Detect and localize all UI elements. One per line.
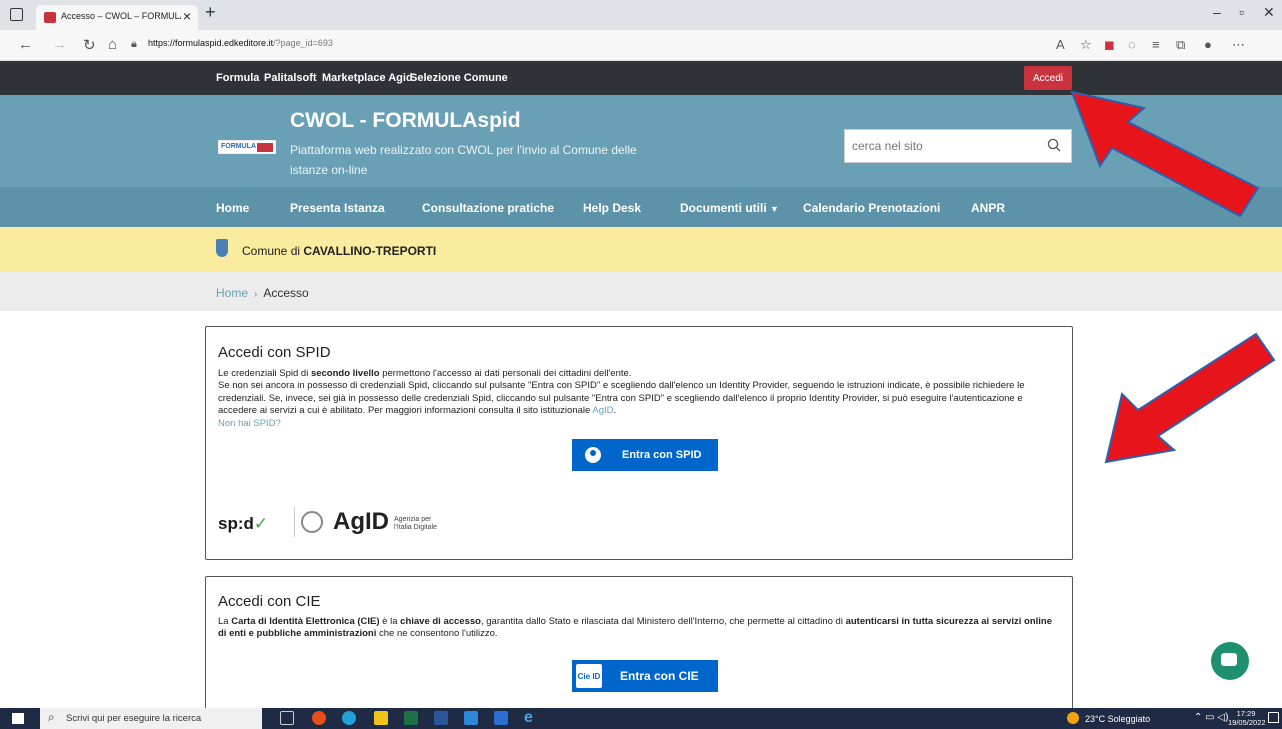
notification-icon[interactable] (1268, 712, 1279, 723)
new-tab-icon[interactable]: + (205, 2, 216, 23)
weather-text[interactable]: 23°C Soleggiato (1085, 714, 1150, 724)
favorites-list-icon[interactable]: ≡ (1152, 37, 1160, 52)
browser-tab[interactable]: Accesso – CWOL – FORMULAspi × (36, 5, 198, 30)
system-tray-icons[interactable]: ⌃ ▭ ◁) (1194, 712, 1228, 723)
breadcrumb: Home › Accesso (216, 286, 309, 300)
comune-name: Comune di CAVALLINO-TREPORTI (242, 244, 437, 258)
site-search (844, 129, 1072, 163)
nav-anpr[interactable]: ANPR (971, 201, 1005, 215)
back-icon[interactable]: ← (18, 36, 33, 53)
close-tab-icon[interactable]: × (183, 8, 191, 24)
word-icon[interactable] (434, 711, 448, 725)
agid-link[interactable]: AgID (592, 405, 613, 416)
edge-icon[interactable] (342, 711, 356, 725)
chat-bubble-icon[interactable] (1211, 642, 1249, 680)
comune-crest-icon (216, 239, 228, 257)
app-icon[interactable] (494, 711, 508, 725)
tab-actions-icon[interactable] (10, 8, 23, 21)
topnav-palitalsoft[interactable]: Palitalsoft (264, 72, 317, 84)
topnav-formula[interactable]: Formula (216, 72, 259, 84)
comune-bar (0, 227, 1282, 272)
search-icon: ⌕ (48, 710, 55, 724)
extension-icon[interactable]: ◌ (1128, 37, 1136, 52)
nav-help-desk[interactable]: Help Desk (583, 201, 641, 215)
close-window-icon[interactable]: ✕ (1263, 4, 1275, 21)
cie-card-title: Accedi con CIE (218, 593, 321, 610)
nav-consultazione-pratiche[interactable]: Consultazione pratiche (422, 201, 554, 215)
checkmark-icon: ✓ (253, 514, 269, 533)
site-title[interactable]: CWOL - FORMULAspid (290, 109, 521, 133)
login-button[interactable]: Accedi (1024, 66, 1072, 90)
url-field[interactable]: https://formulaspid.edkeditore.it/?page_… (148, 38, 333, 48)
nav-presenta-istanza[interactable]: Presenta Istanza (290, 201, 385, 215)
logo-divider (294, 507, 295, 537)
cie-card-description: La Carta di Identità Elettronica (CIE) è… (218, 616, 1053, 640)
home-icon[interactable]: ⌂ (108, 36, 117, 53)
tab-title: Accesso – CWOL – FORMULAspi (61, 11, 181, 21)
red-arrow-annotation-middle (1104, 332, 1276, 464)
outlook-icon[interactable] (464, 711, 478, 725)
spid-card-title: Accedi con SPID (218, 344, 331, 361)
task-view-icon[interactable] (280, 711, 294, 725)
weather-sun-icon[interactable] (1067, 712, 1079, 724)
profile-avatar-icon[interactable]: ● (1204, 37, 1212, 52)
taskbar-search[interactable]: ⌕ Scrivi qui per eseguire la ricerca (40, 708, 262, 729)
entra-con-cie-button[interactable]: Cie ID Entra con CIE (572, 660, 718, 692)
site-logo[interactable]: FORMULA (218, 140, 276, 154)
more-menu-icon[interactable]: ⋯ (1232, 37, 1245, 53)
extension-shield-icon[interactable]: ◼ (1104, 37, 1115, 53)
logo-text: FORMULA (221, 143, 256, 150)
topnav-marketplace-agid[interactable]: Marketplace Agid (322, 72, 413, 84)
spid-card-description: Le credenziali Spid di secondo livello p… (218, 368, 1025, 429)
collections-icon[interactable]: ⧉ (1176, 37, 1185, 53)
topnav-selezione-comune[interactable]: Selezione Comune (410, 72, 508, 84)
breadcrumb-bar (0, 272, 1282, 311)
browser-tab-bar: Accesso – CWOL – FORMULAspi × + – ▫ ✕ (0, 0, 1282, 30)
internet-explorer-icon[interactable]: e (524, 710, 538, 726)
nav-home[interactable]: Home (216, 201, 249, 215)
user-icon (585, 447, 601, 463)
entra-con-spid-button[interactable]: Entra con SPID (572, 439, 718, 471)
favorite-star-icon[interactable]: ☆ (1080, 37, 1092, 53)
minimize-icon[interactable]: – (1213, 4, 1221, 20)
agid-logo: AgID (333, 508, 389, 535)
search-icon[interactable] (1047, 138, 1061, 152)
restore-icon[interactable]: ▫ (1239, 4, 1244, 20)
nav-calendario-prenotazioni[interactable]: Calendario Prenotazioni (803, 201, 940, 215)
excel-icon[interactable] (404, 711, 418, 725)
windows-start-icon[interactable] (12, 713, 24, 724)
italian-emblem-icon (301, 511, 323, 533)
forward-icon[interactable]: → (52, 36, 67, 53)
no-spid-link[interactable]: Non hai SPID? (218, 418, 281, 429)
reload-icon[interactable]: ↻ (83, 36, 96, 54)
chevron-down-icon: ▼ (770, 204, 779, 214)
breadcrumb-home[interactable]: Home (216, 286, 248, 300)
spid-logo: sp:d✓ (218, 514, 269, 533)
spid-card: Accedi con SPID Le credenziali Spid di s… (205, 326, 1073, 560)
search-input[interactable] (845, 130, 1035, 162)
breadcrumb-separator: › (254, 289, 258, 300)
read-aloud-icon[interactable]: A (1056, 37, 1065, 52)
cie-id-icon: Cie ID (576, 664, 602, 688)
cie-card: Accedi con CIE La Carta di Identità Elet… (205, 576, 1073, 716)
top-navigation (0, 61, 1282, 95)
lock-icon[interactable]: 🔒︎ (131, 38, 137, 51)
nav-documenti-utili[interactable]: Documenti utili ▼ (680, 201, 779, 215)
site-subtitle: Piattaforma web realizzato con CWOL per … (290, 143, 637, 177)
chrome-icon[interactable] (312, 711, 326, 725)
favicon-icon (44, 12, 56, 23)
breadcrumb-current: Accesso (263, 286, 309, 300)
agid-logo-subtitle: Agenzia per l'Italia Digitale (394, 516, 437, 531)
file-explorer-icon[interactable] (374, 711, 388, 725)
logo-mark-icon (257, 143, 273, 152)
taskbar-clock[interactable]: 17:29 19/05/2022 (1228, 709, 1266, 727)
